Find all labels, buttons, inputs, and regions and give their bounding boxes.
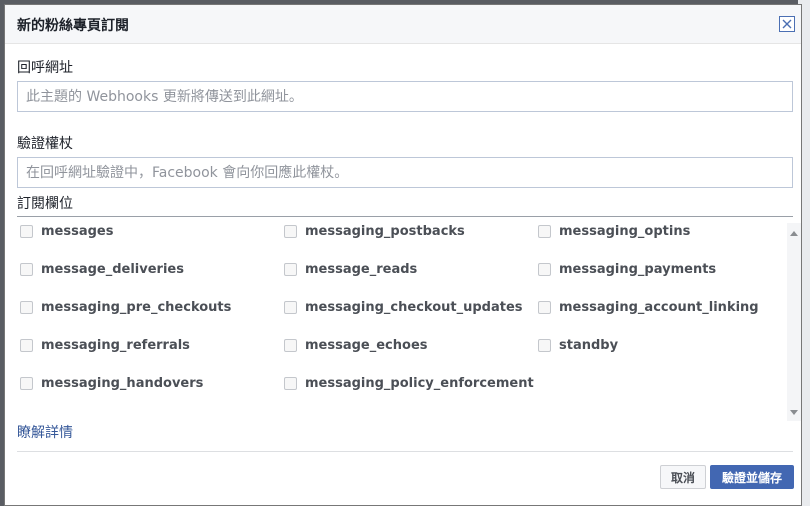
fields-scrollbar[interactable]	[787, 223, 801, 421]
callback-url-label: 回呼網址	[17, 60, 73, 76]
checkbox[interactable]	[284, 262, 297, 276]
field-name: messaging_policy_enforcement	[305, 375, 534, 391]
verify-token-input[interactable]	[17, 157, 793, 188]
field-item-message-deliveries[interactable]: message_deliveries	[20, 260, 184, 278]
field-name: messaging_payments	[559, 261, 717, 277]
field-name: message_echoes	[305, 337, 428, 353]
field-name: messaging_optins	[559, 223, 691, 239]
callback-url-input[interactable]	[17, 81, 793, 112]
checkbox[interactable]	[20, 262, 33, 276]
field-name: messaging_checkout_updates	[305, 299, 523, 315]
checkbox[interactable]	[538, 224, 551, 238]
subscription-fields-list: messages message_deliveries messaging_pr…	[17, 221, 797, 421]
field-item-messaging-pre-checkouts[interactable]: messaging_pre_checkouts	[20, 298, 231, 316]
field-name: standby	[559, 337, 619, 353]
field-item-messaging-optins[interactable]: messaging_optins	[538, 222, 690, 240]
scroll-up-icon[interactable]	[790, 231, 798, 236]
checkbox[interactable]	[20, 300, 33, 314]
checkbox[interactable]	[538, 262, 551, 276]
field-item-messaging-handovers[interactable]: messaging_handovers	[20, 374, 203, 392]
checkbox[interactable]	[284, 338, 297, 352]
field-item-messaging-account-linking[interactable]: messaging_account_linking	[538, 298, 759, 316]
close-button[interactable]	[779, 16, 795, 32]
learn-more-link[interactable]: 瞭解詳情	[17, 422, 73, 442]
field-item-messaging-policy-enforcement[interactable]: messaging_policy_enforcement	[284, 374, 534, 392]
dialog-header: 新的粉絲專頁訂閱	[5, 5, 801, 44]
field-item-messaging-postbacks[interactable]: messaging_postbacks	[284, 222, 465, 240]
dialog-title: 新的粉絲專頁訂閱	[17, 18, 129, 34]
field-name: message_reads	[305, 261, 418, 277]
checkbox[interactable]	[284, 224, 297, 238]
field-item-messaging-payments[interactable]: messaging_payments	[538, 260, 716, 278]
field-name: messages	[41, 223, 114, 239]
checkbox[interactable]	[20, 376, 33, 390]
checkbox[interactable]	[538, 300, 551, 314]
field-name: messaging_handovers	[41, 375, 204, 391]
field-item-messaging-checkout-updates[interactable]: messaging_checkout_updates	[284, 298, 523, 316]
subscription-fields-label: 訂閱欄位	[17, 196, 73, 212]
field-name: message_deliveries	[41, 261, 184, 277]
verify-and-save-button[interactable]: 驗證並儲存	[710, 465, 794, 489]
checkbox[interactable]	[284, 300, 297, 314]
field-name: messaging_pre_checkouts	[41, 299, 232, 315]
scroll-down-icon[interactable]	[790, 410, 798, 415]
checkbox[interactable]	[20, 224, 33, 238]
field-item-messaging-referrals[interactable]: messaging_referrals	[20, 336, 190, 354]
verify-token-label: 驗證權杖	[17, 136, 73, 152]
checkbox[interactable]	[20, 338, 33, 352]
field-item-messages[interactable]: messages	[20, 222, 113, 240]
field-item-message-echoes[interactable]: message_echoes	[284, 336, 428, 354]
field-item-standby[interactable]: standby	[538, 336, 618, 354]
checkbox[interactable]	[538, 338, 551, 352]
field-item-message-reads[interactable]: message_reads	[284, 260, 417, 278]
field-name: messaging_account_linking	[559, 299, 759, 315]
close-icon	[782, 19, 792, 29]
checkbox[interactable]	[284, 376, 297, 390]
field-name: messaging_referrals	[41, 337, 190, 353]
new-page-subscription-dialog: 新的粉絲專頁訂閱 回呼網址 驗證權杖 訂閱欄位 messages message…	[4, 4, 802, 506]
field-name: messaging_postbacks	[305, 223, 465, 239]
footer-divider	[17, 451, 793, 452]
cancel-button[interactable]: 取消	[660, 465, 706, 489]
fields-divider	[17, 216, 793, 217]
